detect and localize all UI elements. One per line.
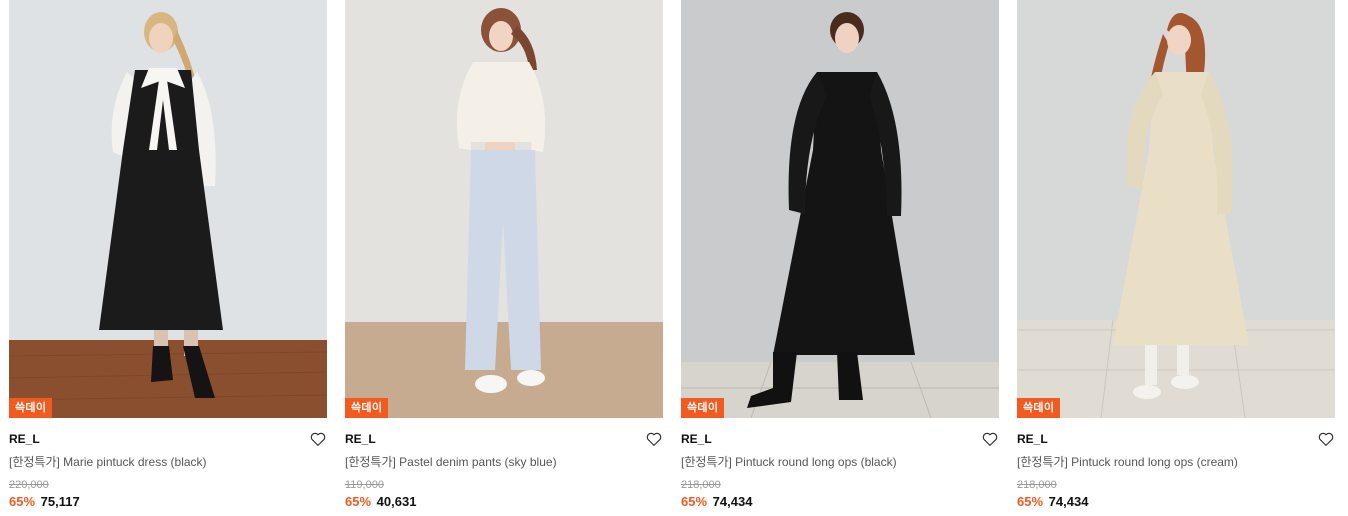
product-name[interactable]: [한정특가] Pintuck round long ops (black): [681, 454, 999, 470]
product-name[interactable]: [한정특가] Marie pintuck dress (black): [9, 454, 327, 470]
event-badge: 쓱데이: [345, 398, 389, 418]
discount-rate: 65%: [1017, 494, 1044, 509]
price-row: 65% 40,631: [345, 494, 663, 510]
product-card[interactable]: 쓱데이 RE_L [한정특가] Pintuck round long ops (…: [681, 0, 999, 516]
product-image[interactable]: 쓱데이: [345, 0, 663, 418]
price-row: 65% 75,117: [9, 494, 327, 510]
product-card[interactable]: 쓱데이 RE_L [한정특가] Pintuck round long ops (…: [1017, 0, 1335, 516]
brand-name[interactable]: RE_L: [9, 431, 40, 447]
product-image[interactable]: 쓱데이: [1017, 0, 1335, 418]
brand-name[interactable]: RE_L: [345, 431, 376, 447]
brand-row: RE_L: [1017, 431, 1335, 453]
brand-row: RE_L: [681, 431, 999, 453]
original-price: 218,000: [1017, 479, 1057, 491]
product-card[interactable]: 쓱데이 RE_L [한정특가] Pastel denim pants (sky …: [345, 0, 663, 516]
price-row: 65% 74,434: [681, 494, 999, 510]
original-price: 218,000: [681, 479, 721, 491]
heart-outline-icon[interactable]: [309, 430, 327, 448]
product-name[interactable]: [한정특가] Pastel denim pants (sky blue): [345, 454, 663, 470]
heart-outline-icon[interactable]: [981, 430, 999, 448]
sale-price: 75,117: [40, 494, 80, 509]
price-row: 65% 74,434: [1017, 494, 1335, 510]
original-price: 220,000: [9, 479, 49, 491]
sale-price: 74,434: [712, 494, 753, 509]
sale-price: 40,631: [376, 494, 417, 509]
discount-rate: 65%: [681, 494, 708, 509]
brand-row: RE_L: [9, 431, 327, 453]
heart-outline-icon[interactable]: [645, 430, 663, 448]
original-price: 119,000: [345, 479, 384, 491]
brand-name[interactable]: RE_L: [1017, 431, 1048, 447]
brand-row: RE_L: [345, 431, 663, 453]
sale-price: 74,434: [1048, 494, 1089, 509]
product-image[interactable]: 쓱데이: [681, 0, 999, 418]
event-badge: 쓱데이: [1017, 398, 1061, 418]
discount-rate: 65%: [345, 494, 372, 509]
event-badge: 쓱데이: [9, 398, 53, 418]
heart-outline-icon[interactable]: [1317, 430, 1335, 448]
product-card[interactable]: 쓱데이 RE_L [한정특가] Marie pintuck dress (bla…: [9, 0, 327, 516]
brand-name[interactable]: RE_L: [681, 431, 712, 447]
product-name[interactable]: [한정특가] Pintuck round long ops (cream): [1017, 454, 1335, 470]
product-image[interactable]: 쓱데이: [9, 0, 327, 418]
product-grid: 쓱데이 RE_L [한정특가] Marie pintuck dress (bla…: [0, 0, 1348, 516]
event-badge: 쓱데이: [681, 398, 725, 418]
discount-rate: 65%: [9, 494, 36, 509]
